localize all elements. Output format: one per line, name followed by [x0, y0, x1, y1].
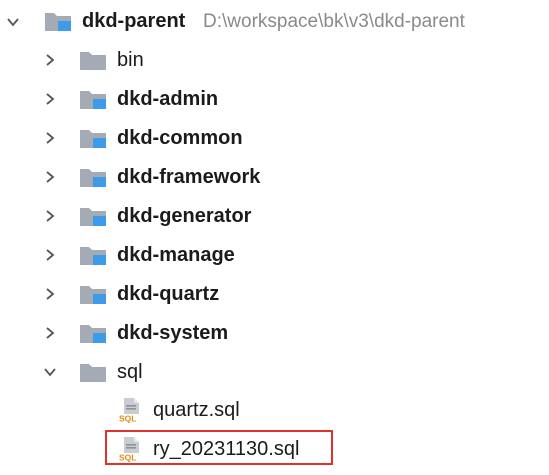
highlight-box: [105, 430, 333, 465]
tree-row-quartz-sql[interactable]: SQL quartz.sql: [0, 391, 549, 430]
tree-row-dkd-common[interactable]: dkd-common: [0, 118, 549, 157]
module-folder-icon: [80, 130, 106, 148]
module-folder-icon: [80, 208, 106, 226]
chevron-down-icon[interactable]: [1, 10, 25, 34]
tree-row-dkd-generator[interactable]: dkd-generator: [0, 196, 549, 235]
root-project-name: dkd-parent: [82, 10, 186, 32]
chevron-right-icon[interactable]: [38, 321, 62, 345]
folder-icon: [80, 52, 106, 70]
sql-file-icon: SQL: [118, 398, 140, 424]
tree-item-label: dkd-quartz: [117, 283, 220, 305]
tree-item-label: dkd-generator: [117, 205, 252, 227]
module-folder-icon: [45, 13, 71, 31]
module-folder-icon: [80, 247, 106, 265]
folder-icon: [80, 364, 106, 382]
chevron-right-icon[interactable]: [38, 243, 62, 267]
file-label: quartz.sql: [153, 399, 240, 421]
chevron-right-icon[interactable]: [38, 48, 62, 72]
project-tree: dkd-parent D:\workspace\bk\v3\dkd-parent…: [0, 0, 549, 475]
tree-item-label: dkd-manage: [117, 244, 235, 266]
root-project-path: D:\workspace\bk\v3\dkd-parent: [203, 11, 465, 32]
chevron-down-icon[interactable]: [38, 360, 62, 384]
chevron-right-icon[interactable]: [38, 165, 62, 189]
module-folder-icon: [80, 91, 106, 109]
tree-row-bin[interactable]: bin: [0, 40, 549, 79]
chevron-right-icon[interactable]: [38, 204, 62, 228]
sql-icon-text: SQL: [119, 414, 136, 424]
tree-row-dkd-admin[interactable]: dkd-admin: [0, 79, 549, 118]
tree-row-root[interactable]: dkd-parent D:\workspace\bk\v3\dkd-parent: [0, 2, 549, 41]
tree-row-sql[interactable]: sql: [0, 352, 549, 391]
tree-row-dkd-framework[interactable]: dkd-framework: [0, 157, 549, 196]
chevron-right-icon[interactable]: [38, 282, 62, 306]
tree-item-label: dkd-common: [117, 127, 243, 149]
tree-item-label: dkd-admin: [117, 88, 219, 110]
tree-row-dkd-system[interactable]: dkd-system: [0, 313, 549, 352]
chevron-right-icon[interactable]: [38, 126, 62, 150]
module-folder-icon: [80, 325, 106, 343]
tree-row-dkd-quartz[interactable]: dkd-quartz: [0, 274, 549, 313]
tree-item-label: bin: [117, 49, 144, 71]
chevron-right-icon[interactable]: [38, 87, 62, 111]
tree-item-label: dkd-system: [117, 322, 229, 344]
module-folder-icon: [80, 286, 106, 304]
module-folder-icon: [80, 169, 106, 187]
tree-item-label: dkd-framework: [117, 166, 261, 188]
tree-row-dkd-manage[interactable]: dkd-manage: [0, 235, 549, 274]
tree-item-label: sql: [117, 361, 143, 383]
